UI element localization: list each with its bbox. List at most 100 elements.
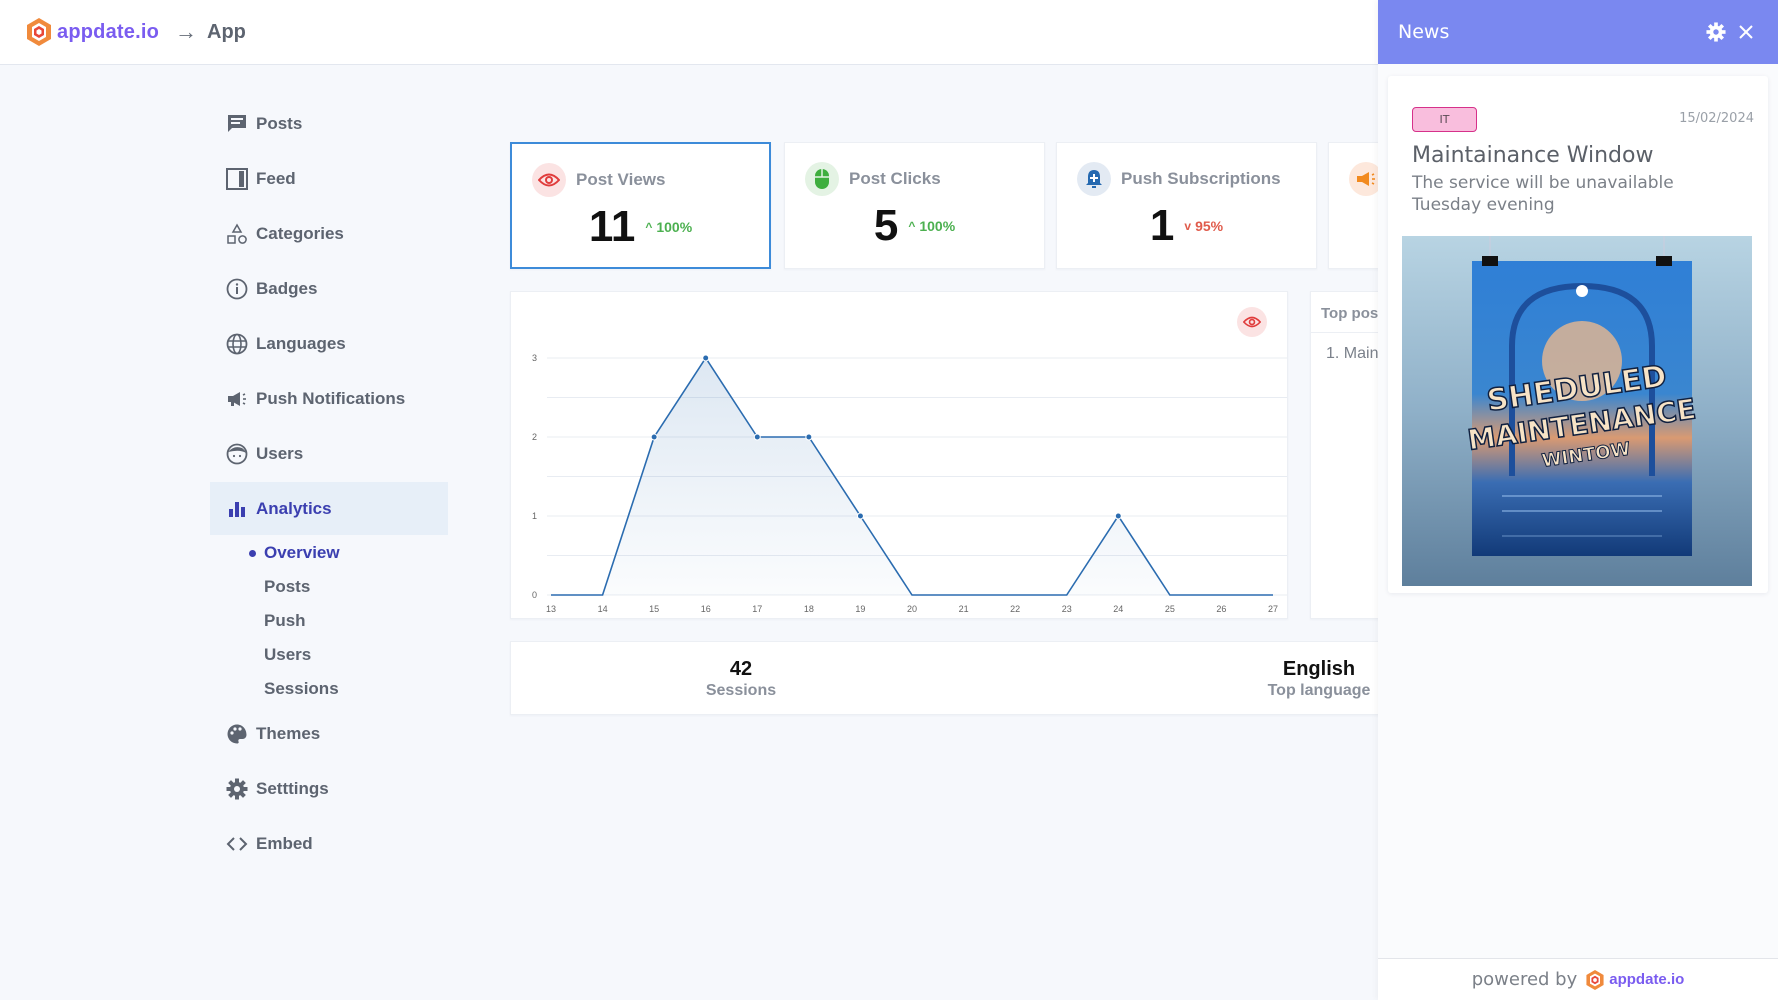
news-header: News <box>1378 0 1778 64</box>
sidebar-item-label: Badges <box>256 278 318 298</box>
metric-value: 42 <box>729 658 753 680</box>
metric-top-language: English Top language <box>1259 658 1379 700</box>
stat-label: Post Clicks <box>849 169 941 188</box>
x-tick-label: 22 <box>1010 604 1020 614</box>
news-headline: Maintainance Window <box>1412 143 1654 168</box>
sidebar-item-label: Posts <box>256 113 303 133</box>
bell-plus-icon <box>1077 162 1111 196</box>
x-tick-label: 21 <box>959 604 969 614</box>
sidebar-subitem-posts[interactable]: Posts <box>264 577 310 597</box>
stat-label: Push Subscriptions <box>1121 169 1281 188</box>
sidebar-subitem-label: Overview <box>264 543 340 562</box>
sidebar-item-label: Languages <box>256 333 346 353</box>
gear-icon <box>1706 22 1726 42</box>
sidebar-item-themes[interactable]: Themes <box>210 707 448 760</box>
stat-card-post-views[interactable]: Post Views 11 ^ 100% <box>510 142 771 269</box>
sidebar-subitem-users[interactable]: Users <box>264 645 311 665</box>
x-tick-label: 24 <box>1113 604 1123 614</box>
summary-bar: 42 Sessions English Top language <box>510 641 1410 715</box>
news-category-tag: IT <box>1412 107 1477 132</box>
sidebar-subitem-label: Push <box>264 611 306 630</box>
stat-change: v 95% <box>1184 218 1223 234</box>
y-tick-label: 1 <box>532 511 537 521</box>
badge-info-icon <box>226 278 248 300</box>
x-tick-label: 27 <box>1268 604 1278 614</box>
sidebar-item-settings[interactable]: Setttings <box>210 762 448 815</box>
sidebar-item-users[interactable]: Users <box>210 427 448 480</box>
sidebar-item-categories[interactable]: Categories <box>210 207 448 260</box>
sidebar-item-label: Users <box>256 443 304 463</box>
sidebar-subitem-push[interactable]: Push <box>264 611 306 631</box>
sidebar-item-analytics[interactable]: Analytics <box>210 482 448 535</box>
appdate-logo-icon <box>1586 969 1604 990</box>
eye-icon <box>532 163 566 197</box>
stat-value: 1 <box>1149 201 1175 250</box>
sidebar-item-feed[interactable]: Feed <box>210 152 448 205</box>
sidebar-item-badges[interactable]: Badges <box>210 262 448 315</box>
sidebar-subitem-label: Users <box>264 645 312 664</box>
sidebar-item-label: Categories <box>256 223 344 243</box>
stat-change: ^ 100% <box>908 218 955 234</box>
x-tick-label: 20 <box>907 604 917 614</box>
user-face-icon <box>226 443 248 465</box>
sidebar-item-label: Analytics <box>256 498 332 518</box>
stat-value: 11 <box>588 202 636 251</box>
top-bar: appdate.io → App <box>0 0 1378 65</box>
views-line-chart: 012313 14 15 16 17 18 19 20 21 22 23 24 25 26 27 <box>532 353 1287 614</box>
news-panel: News IT 15/02/2024 Maintainance Window T… <box>1378 0 1778 1000</box>
metric-label: Sessions <box>705 682 777 699</box>
news-title: News <box>1398 21 1450 43</box>
sidebar-item-label: Setttings <box>256 778 329 798</box>
appdate-logo-icon <box>27 18 51 46</box>
stat-change: ^ 100% <box>645 219 692 235</box>
brand-name: appdate.io <box>57 20 160 43</box>
maintenance-poster-image: SHEDULED MAINTENANCE WINTOW <box>1465 236 1699 556</box>
news-settings-button[interactable] <box>1704 20 1728 44</box>
active-dot <box>249 550 256 557</box>
metric-sessions: 42 Sessions <box>701 658 781 700</box>
x-tick-label: 26 <box>1216 604 1226 614</box>
x-tick-label: 16 <box>701 604 711 614</box>
mouse-icon <box>805 162 839 196</box>
breadcrumb-separator: → <box>175 19 198 44</box>
sidebar-item-label: Themes <box>256 723 321 743</box>
bar-chart-icon <box>226 498 248 520</box>
news-image: SHEDULED MAINTENANCE WINTOW <box>1402 236 1752 586</box>
sidebar-subitem-sessions[interactable]: Sessions <box>264 679 339 699</box>
sidebar-item-embed[interactable]: Embed <box>210 817 448 870</box>
y-tick-label: 3 <box>532 353 537 363</box>
feed-icon <box>226 167 248 190</box>
sidebar-item-posts[interactable]: Posts <box>210 97 448 150</box>
news-footer: powered by appdate.io <box>1378 958 1778 1000</box>
chevron-up-icon: ^ <box>645 220 653 234</box>
sidebar-item-label: Feed <box>256 168 296 188</box>
palette-icon <box>226 723 248 745</box>
news-item[interactable]: IT 15/02/2024 Maintainance Window The se… <box>1388 76 1768 593</box>
sidebar-item-languages[interactable]: Languages <box>210 317 448 370</box>
x-tick-label: 15 <box>649 604 659 614</box>
powered-by-text: powered by <box>1471 969 1578 990</box>
brand-logo[interactable]: appdate.io <box>25 17 159 47</box>
chevron-down-icon: v <box>1184 219 1192 233</box>
chevron-up-icon: ^ <box>908 219 916 233</box>
stat-value: 5 <box>873 201 899 250</box>
stat-change-value: 100% <box>656 219 693 235</box>
categories-icon <box>226 222 248 245</box>
news-list: IT 15/02/2024 Maintainance Window The se… <box>1378 64 1778 958</box>
stat-card-post-clicks[interactable]: Post Clicks 5 ^ 100% <box>784 142 1045 269</box>
sidebar-item-label: Embed <box>256 833 313 853</box>
stat-card-push-subscriptions[interactable]: Push Subscriptions 1 v 95% <box>1056 142 1317 269</box>
y-tick-label: 2 <box>532 432 537 442</box>
gear-icon <box>226 778 248 800</box>
sidebar-subitem-label: Posts <box>264 577 311 596</box>
data-point <box>856 512 864 520</box>
megaphone-icon <box>226 388 248 410</box>
data-point <box>805 433 813 441</box>
breadcrumb-current[interactable]: App <box>207 21 246 44</box>
sidebar-subitem-overview[interactable]: Overview <box>249 543 340 563</box>
footer-brand[interactable]: appdate.io <box>1609 971 1684 988</box>
x-tick-label: 23 <box>1062 604 1072 614</box>
news-close-button[interactable] <box>1734 20 1758 44</box>
sidebar-item-push-notifications[interactable]: Push Notifications <box>210 372 448 425</box>
globe-icon <box>226 333 248 355</box>
